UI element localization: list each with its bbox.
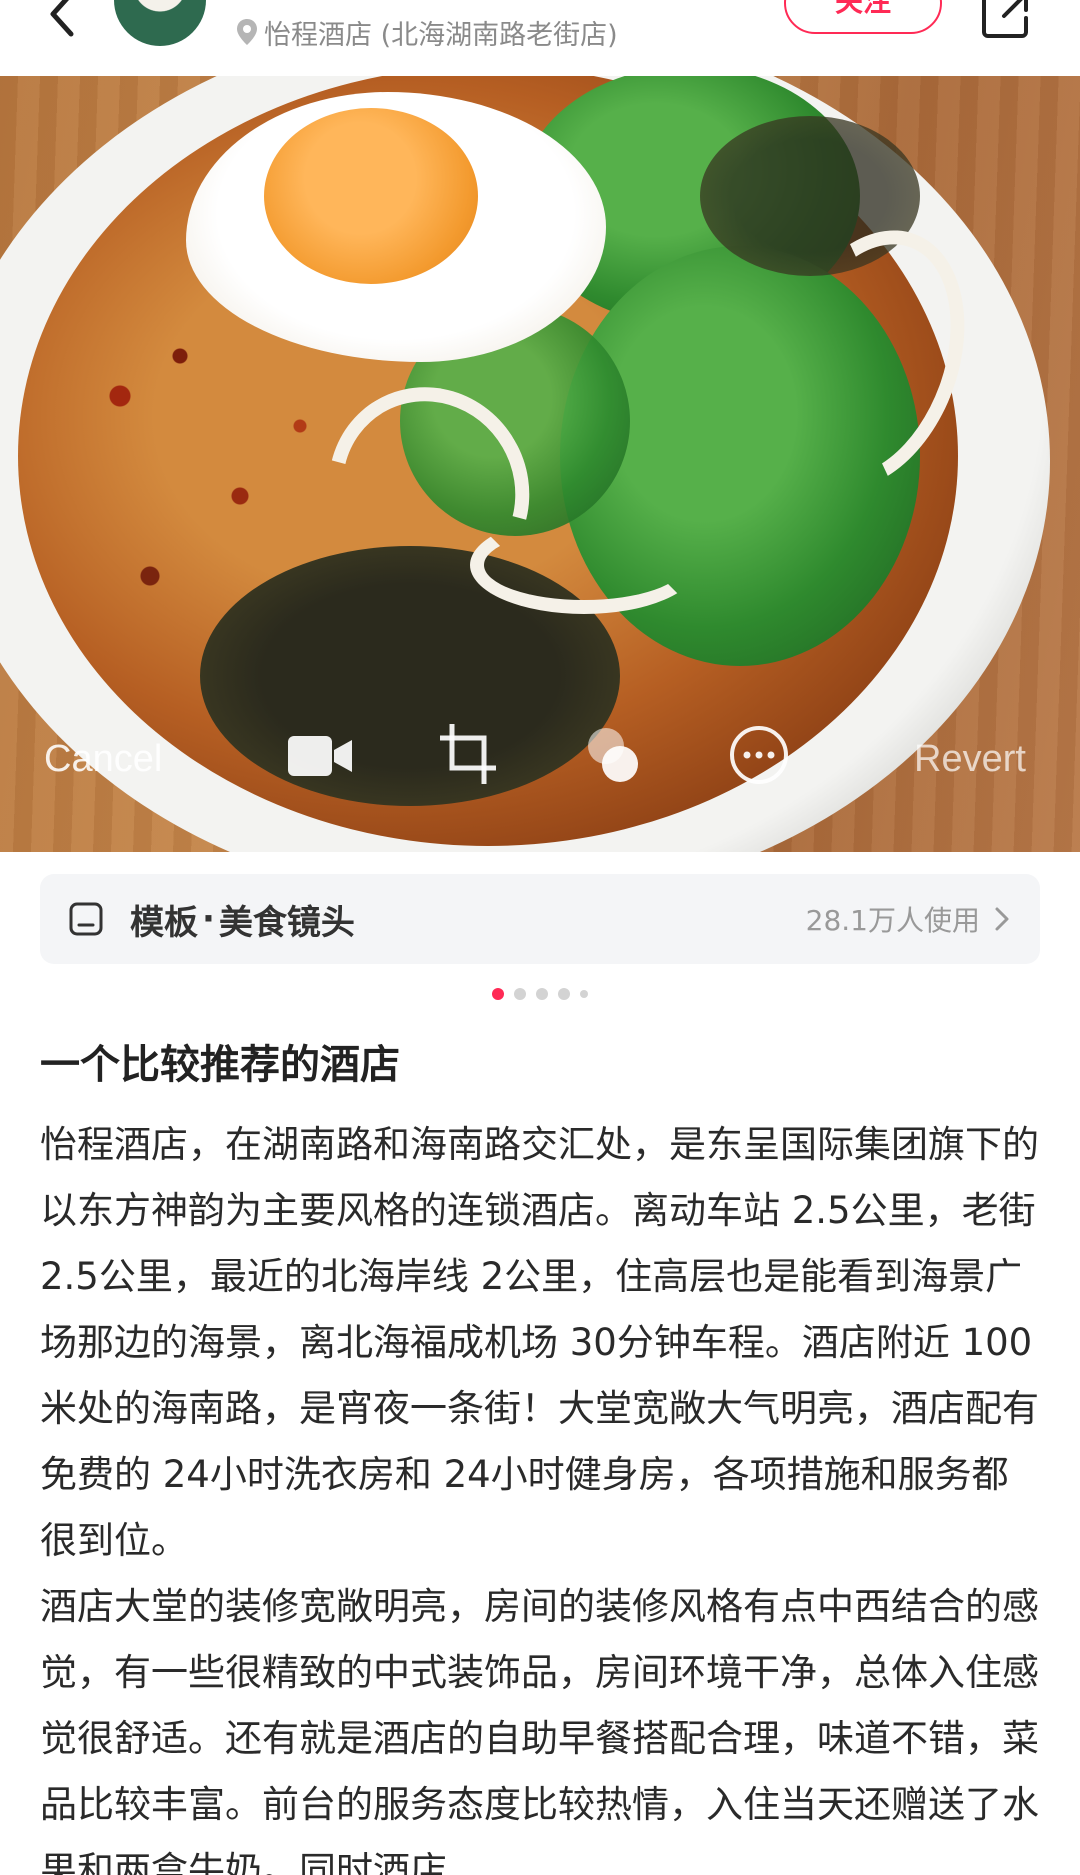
image-pagination <box>0 988 1080 1002</box>
share-icon <box>982 0 1028 38</box>
follow-button[interactable]: 关注 <box>784 0 942 34</box>
video-camera-icon <box>286 730 356 786</box>
template-label: 模板 <box>130 902 198 943</box>
template-separator: · <box>202 899 215 939</box>
pagination-dot <box>492 988 504 1000</box>
chevron-right-icon <box>995 907 1009 931</box>
filters-icon <box>580 724 646 790</box>
pagination-dot <box>536 988 548 1000</box>
note-paragraph: 怡程酒店，在湖南路和海南路交汇处，是东呈国际集团旗下的以东方神韵为主要风格的连锁… <box>40 1123 1039 1562</box>
top-nav-bar: 怡程酒店 (北海湖南路老街店) 关注 <box>0 0 1080 76</box>
template-icon <box>69 902 103 936</box>
note-title: 一个比较推荐的酒店 <box>40 1042 400 1088</box>
note-body: 怡程酒店，在湖南路和海南路交汇处，是东呈国际集团旗下的以东方神韵为主要风格的连锁… <box>40 1112 1040 1875</box>
location-text: 怡程酒店 (北海湖南路老街店) <box>264 19 618 51</box>
note-photo[interactable]: Cancel Revert <box>0 76 1080 852</box>
share-button[interactable] <box>980 0 1032 40</box>
back-button[interactable] <box>34 0 90 42</box>
pagination-dot <box>514 988 526 1000</box>
note-detail-page: 怡程酒店 (北海湖南路老街店) 关注 Cancel Revert 模板 · 美食… <box>0 0 1080 1875</box>
photo-edit-overlay: Cancel Revert <box>0 716 1080 806</box>
overlay-cancel-label: Cancel <box>44 738 163 780</box>
template-name: 美食镜头 <box>218 902 355 943</box>
note-paragraph: 酒店大堂的装修宽敞明亮，房间的装修风格有点中西结合的感觉，有一些很精致的中式装饰… <box>40 1585 1039 1875</box>
crop-icon <box>438 722 498 790</box>
location-pin-icon <box>237 19 257 45</box>
more-icon <box>728 724 790 790</box>
pagination-dot <box>558 988 570 1000</box>
author-avatar[interactable] <box>114 0 206 46</box>
pagination-dot <box>580 990 588 998</box>
location-tag[interactable]: 怡程酒店 (北海湖南路老街店) <box>236 12 618 52</box>
overlay-revert-label: Revert <box>914 738 1026 780</box>
chevron-left-icon <box>50 0 74 37</box>
template-bar[interactable]: 模板 · 美食镜头 28.1万人使用 <box>40 874 1040 964</box>
template-usage-count: 28.1万人使用 <box>805 904 980 937</box>
